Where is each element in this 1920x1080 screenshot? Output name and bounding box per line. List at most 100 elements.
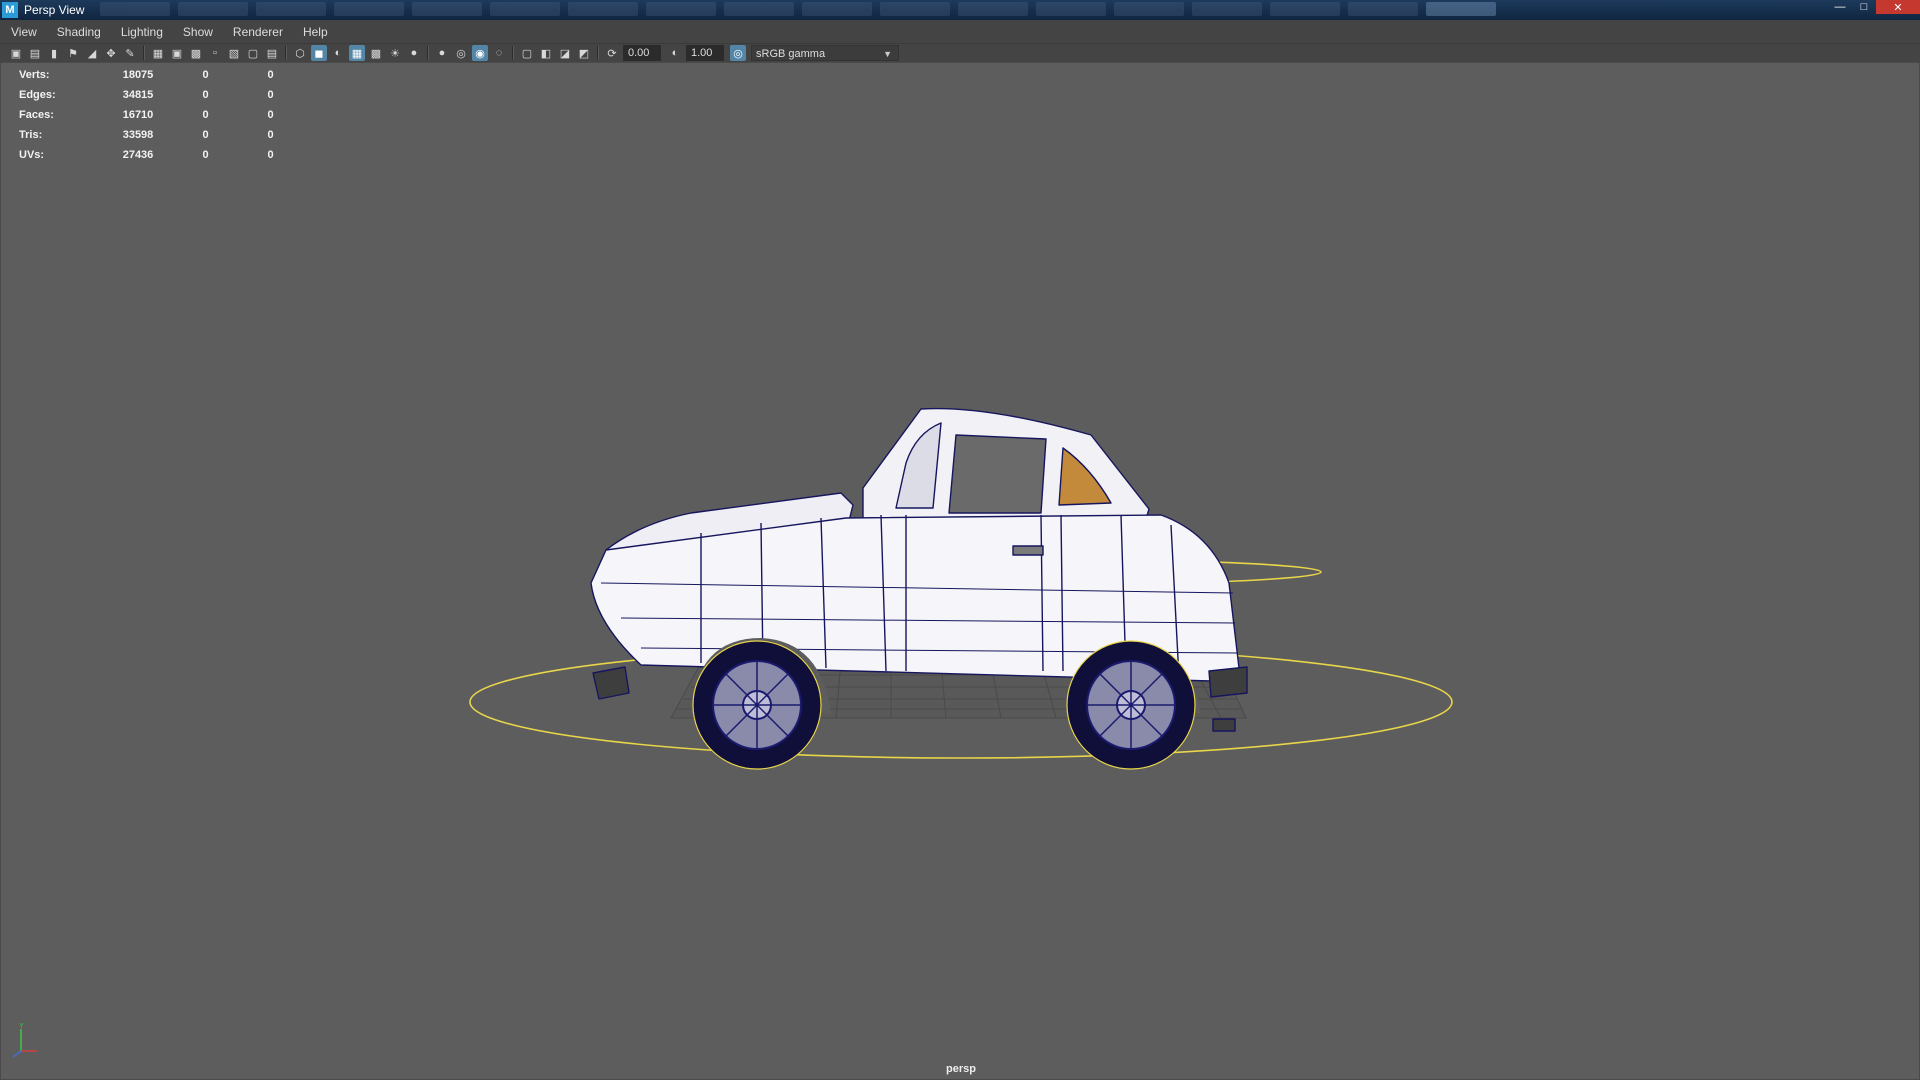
axis-y-label: Y <box>19 1023 24 1030</box>
maya-logo-icon: M <box>2 2 18 18</box>
pin-icon[interactable]: ⚑ <box>65 45 81 61</box>
poly-count-hud: Verts: 18075 0 0 Edges: 34815 0 0 Faces:… <box>19 65 303 165</box>
bg-tab <box>412 2 482 16</box>
exposure-icon[interactable]: ⟳ <box>604 45 620 61</box>
toolbar-separator <box>143 46 145 60</box>
bg-tab <box>256 2 326 16</box>
chevron-down-icon: ▼ <box>883 49 892 59</box>
scene-view[interactable] <box>1 63 1919 1079</box>
panel-toolbar: ▣ ▤ ▮ ⚑ ◢ ✥ ✎ ▦ ▣ ▩ ▫ ▧ ▢ ▤ ⬡ ◼ ◐ ▦ ▩ ☀ ● ● ◎ ◉ ◌ ▢ ◧ ◪ ◩ ⟳ 0.00 ◐ 1… <box>0 44 1920 62</box>
safe-title-icon[interactable]: ▤ <box>264 45 280 61</box>
bg-tab <box>334 2 404 16</box>
hud-value: 0 <box>267 89 274 101</box>
window-controls: — □ ✕ <box>1828 0 1920 14</box>
close-icon[interactable]: ✕ <box>1876 0 1920 14</box>
gate-mask-icon[interactable]: ▫ <box>207 45 223 61</box>
exposure-field[interactable]: 0.00 <box>623 45 661 61</box>
camera-attr-icon[interactable]: ▤ <box>27 45 43 61</box>
view-axis-icon: Y <box>12 1023 37 1058</box>
xray-components-icon[interactable]: ◩ <box>576 45 592 61</box>
hud-value: 34815 <box>122 89 154 101</box>
bg-tab <box>1192 2 1262 16</box>
color-management-icon[interactable]: ◎ <box>730 45 746 61</box>
isolate-select-icon[interactable]: ▢ <box>519 45 535 61</box>
persp-viewport[interactable]: Verts: 18075 0 0 Edges: 34815 0 0 Faces:… <box>0 62 1920 1080</box>
camera-icon[interactable]: ▣ <box>8 45 24 61</box>
hud-label: Edges: <box>19 89 56 101</box>
hud-value: 0 <box>202 129 209 141</box>
hud-row-verts: Verts: 18075 0 0 <box>19 65 303 85</box>
motion-blur-icon[interactable]: ◎ <box>453 45 469 61</box>
bg-tab <box>1270 2 1340 16</box>
bg-tab <box>724 2 794 16</box>
hud-value: 27436 <box>122 149 154 161</box>
resolution-gate-icon[interactable]: ▩ <box>188 45 204 61</box>
smooth-shade-icon[interactable]: ◼ <box>311 45 327 61</box>
menu-show[interactable]: Show <box>172 20 222 44</box>
toolbar-separator <box>285 46 287 60</box>
bg-tab-highlighted <box>1426 2 1496 16</box>
hud-value: 0 <box>267 149 274 161</box>
hud-value: 18075 <box>122 69 154 81</box>
hud-value: 0 <box>267 69 274 81</box>
toolbar-icon-groups: ▣ ▤ ▮ ⚑ ◢ ✥ ✎ ▦ ▣ ▩ ▫ ▧ ▢ ▤ ⬡ ◼ ◐ ▦ ▩ ☀ ● ● ◎ ◉ ◌ ▢ ◧ ◪ ◩ <box>8 45 595 61</box>
menu-renderer[interactable]: Renderer <box>222 20 292 44</box>
panel-menu-bar: View Shading Lighting Show Renderer Help <box>0 20 1920 44</box>
grease-pencil-icon[interactable]: ✎ <box>122 45 138 61</box>
bg-tab <box>490 2 560 16</box>
toolbar-separator <box>427 46 429 60</box>
minimize-icon[interactable]: — <box>1828 0 1852 14</box>
film-gate-icon[interactable]: ▣ <box>169 45 185 61</box>
wireframe-icon[interactable]: ⬡ <box>292 45 308 61</box>
hud-row-faces: Faces: 16710 0 0 <box>19 105 303 125</box>
hud-label: Verts: <box>19 69 50 81</box>
wireframe-on-shaded-icon[interactable]: ▦ <box>349 45 365 61</box>
grid-icon[interactable]: ▦ <box>150 45 166 61</box>
hud-row-tris: Tris: 33598 0 0 <box>19 125 303 145</box>
lights-icon[interactable]: ☀ <box>387 45 403 61</box>
xray-icon[interactable]: ◧ <box>538 45 554 61</box>
bg-tab <box>100 2 170 16</box>
front-wheel[interactable] <box>692 640 822 770</box>
menu-view[interactable]: View <box>0 20 46 44</box>
shadows-icon[interactable]: ● <box>406 45 422 61</box>
camera-name-label: persp <box>946 1063 976 1075</box>
depth-of-field-icon[interactable]: ◌ <box>491 45 507 61</box>
bg-tab <box>178 2 248 16</box>
view-transform-value: sRGB gamma <box>756 48 826 60</box>
safe-action-icon[interactable]: ▢ <box>245 45 261 61</box>
bg-tab <box>802 2 872 16</box>
hud-value: 16710 <box>122 109 154 121</box>
menu-shading[interactable]: Shading <box>46 20 110 44</box>
bg-tab <box>1348 2 1418 16</box>
bg-tab <box>1036 2 1106 16</box>
view-transform-select[interactable]: sRGB gamma ▼ <box>751 45 899 61</box>
bg-tab <box>958 2 1028 16</box>
hud-label: Tris: <box>19 129 43 141</box>
ambient-occlusion-icon[interactable]: ● <box>434 45 450 61</box>
bg-tab <box>1114 2 1184 16</box>
hud-value: 0 <box>202 149 209 161</box>
pan-zoom-icon[interactable]: ✥ <box>103 45 119 61</box>
menu-lighting[interactable]: Lighting <box>110 20 172 44</box>
gamma-icon[interactable]: ◐ <box>667 45 683 61</box>
field-chart-icon[interactable]: ▧ <box>226 45 242 61</box>
textured-icon[interactable]: ▩ <box>368 45 384 61</box>
rear-wheel[interactable] <box>1066 640 1196 770</box>
hud-value: 0 <box>267 129 274 141</box>
hud-value: 0 <box>267 109 274 121</box>
gamma-field[interactable]: 1.00 <box>686 45 724 61</box>
anti-alias-icon[interactable]: ◉ <box>472 45 488 61</box>
hud-label: Faces: <box>19 109 54 121</box>
hud-row-edges: Edges: 34815 0 0 <box>19 85 303 105</box>
default-material-icon[interactable]: ◐ <box>330 45 346 61</box>
hud-label: UVs: <box>19 149 45 161</box>
xray-joints-icon[interactable]: ◪ <box>557 45 573 61</box>
maximize-icon[interactable]: □ <box>1852 0 1876 14</box>
menu-help[interactable]: Help <box>292 20 337 44</box>
hud-value: 33598 <box>122 129 154 141</box>
background-taskbar <box>100 2 1680 18</box>
bg-tab <box>568 2 638 16</box>
image-plane-icon[interactable]: ◢ <box>84 45 100 61</box>
bookmark-icon[interactable]: ▮ <box>46 45 62 61</box>
